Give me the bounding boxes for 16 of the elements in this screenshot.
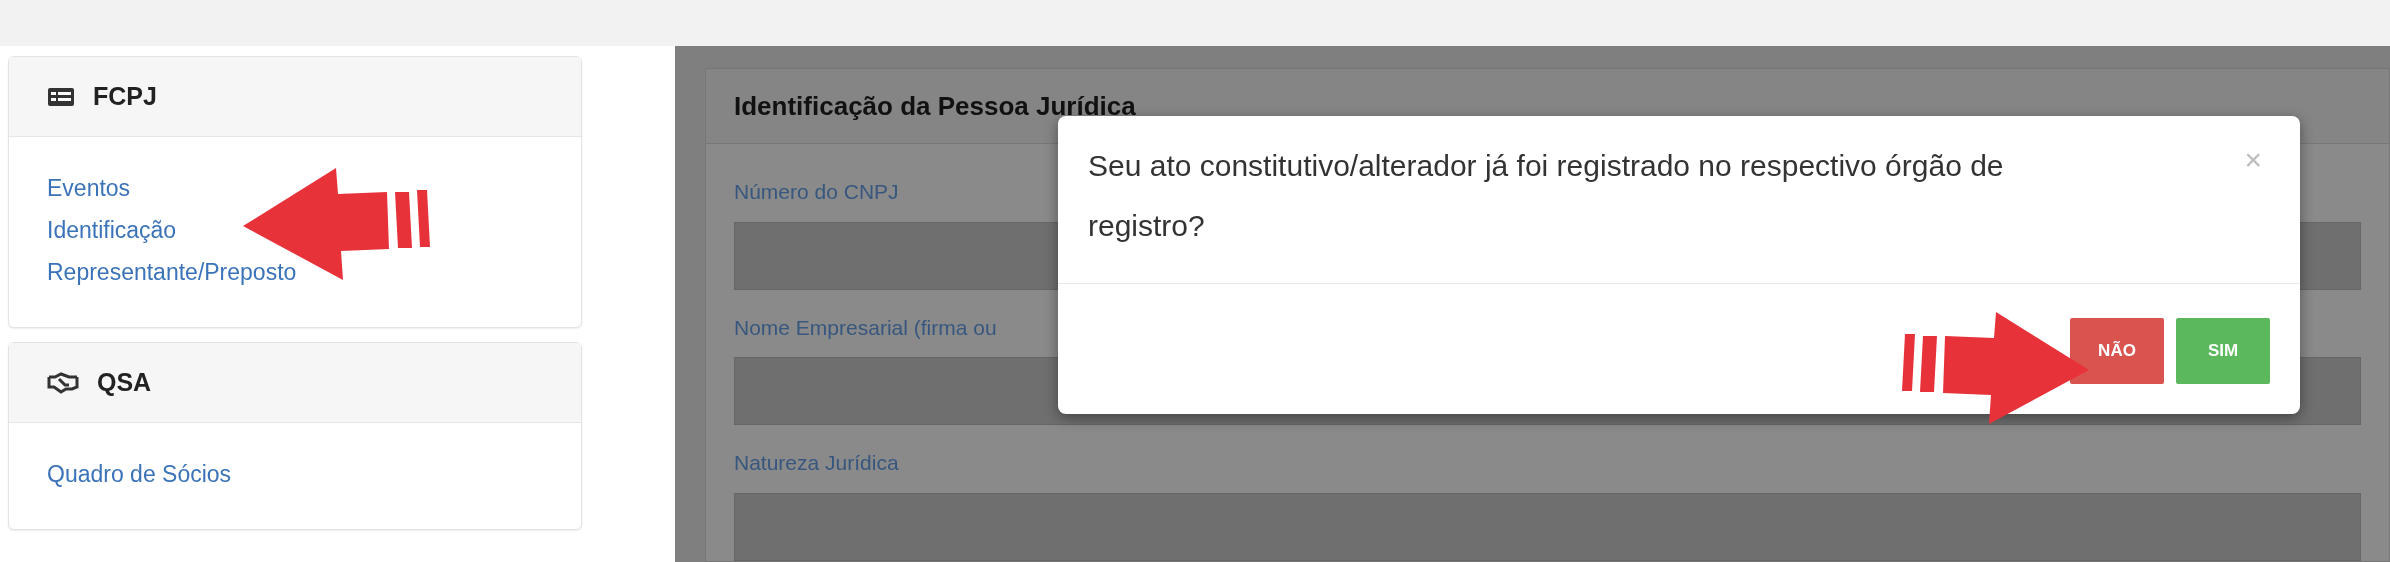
form-title: Identificação da Pessoa Jurídica [734, 89, 1136, 123]
sidebar-link[interactable]: Quadro de Sócios [47, 453, 232, 495]
panel-title: FCPJ [93, 80, 157, 112]
list-icon [47, 86, 75, 107]
field-label: Número do CNPJ [734, 179, 899, 205]
sidebar-link[interactable]: Eventos [47, 167, 131, 209]
dialog-message: Seu ato constitutivo/alterador já foi registrado no respectivo órgão de registro? [1088, 148, 2005, 244]
sidebar-link[interactable]: Identificação [47, 209, 177, 251]
handshake-icon [47, 371, 79, 394]
input-field[interactable] [734, 492, 2361, 561]
field-label: Natureza Jurídica [734, 450, 899, 476]
yes-button[interactable]: SIM [2176, 318, 2270, 384]
panel-title: QSA [97, 366, 152, 398]
no-button[interactable]: NÃO [2070, 318, 2164, 384]
sidebar-link[interactable]: Representante/Preposto [47, 251, 297, 293]
field-label: Nome Empresarial (firma ou [734, 314, 997, 341]
